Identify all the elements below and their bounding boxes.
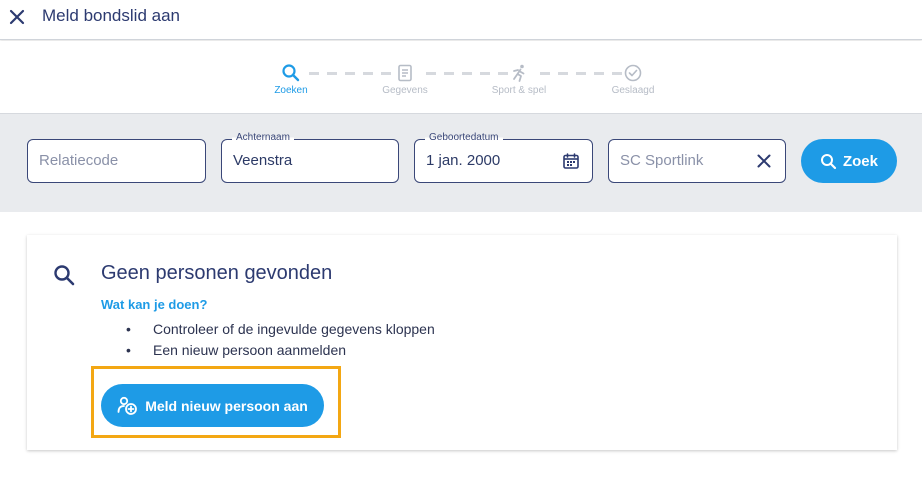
- check-circle-icon: [624, 64, 642, 82]
- add-person-icon: [117, 396, 138, 415]
- page-title: Meld bondslid aan: [42, 6, 180, 25]
- dialog-header: Meld bondslid aan: [0, 0, 922, 40]
- search-button-label: Zoek: [842, 152, 878, 170]
- step-label: Gegevens: [382, 85, 428, 96]
- step-sport-spel: Sport & spel: [479, 63, 559, 96]
- progress-stepper: Zoeken Gegevens Sport & spel Geslaagd: [0, 41, 922, 113]
- step-dash: [444, 72, 454, 75]
- result-card: Geen personen gevonden Wat kan je doen? …: [27, 235, 897, 450]
- step-dash: [327, 72, 337, 75]
- result-subtitle: Wat kan je doen?: [101, 297, 208, 312]
- list-item: Controleer of de ingevulde gegevens klop…: [126, 321, 435, 342]
- calendar-icon[interactable]: [562, 152, 580, 170]
- achternaam-label: Achternaam: [232, 132, 294, 143]
- step-dash: [309, 72, 319, 75]
- step-dash: [426, 72, 436, 75]
- result-title: Geen personen gevonden: [101, 262, 333, 284]
- list-item: Een nieuw persoon aanmelden: [126, 342, 435, 363]
- geboortedatum-field[interactable]: Geboortedatum 1 jan. 2000: [414, 132, 593, 183]
- achternaam-value: Veenstra: [233, 152, 293, 169]
- step-gegevens: Gegevens: [365, 63, 445, 96]
- club-field[interactable]: SC Sportlink: [608, 139, 786, 183]
- step-label: Geslaagd: [611, 85, 655, 96]
- step-geslaagd: Geslaagd: [593, 63, 673, 96]
- club-placeholder: SC Sportlink: [620, 152, 704, 169]
- close-icon[interactable]: [7, 7, 27, 27]
- add-person-button[interactable]: Meld nieuw persoon aan: [101, 384, 324, 427]
- step-label: Sport & spel: [491, 85, 547, 96]
- clear-icon[interactable]: [755, 152, 773, 170]
- clipboard-icon: [398, 64, 412, 82]
- step-dash: [576, 72, 586, 75]
- step-dash: [462, 72, 472, 75]
- search-icon: [820, 153, 837, 169]
- suggestion-list: Controleer of de ingevulde gegevens klop…: [126, 321, 435, 363]
- search-form: Relatiecode Achternaam Veenstra Geboorte…: [0, 113, 922, 212]
- search-button[interactable]: Zoek: [801, 139, 897, 183]
- step-dash: [345, 72, 355, 75]
- geboortedatum-value: 1 jan. 2000: [426, 152, 501, 169]
- geboortedatum-label: Geboortedatum: [425, 132, 503, 143]
- search-icon: [52, 263, 76, 292]
- relatiecode-field[interactable]: Relatiecode: [27, 139, 206, 183]
- step-label: Zoeken: [274, 85, 308, 96]
- step-dash: [540, 72, 550, 75]
- add-person-label: Meld nieuw persoon aan: [145, 397, 308, 414]
- step-zoeken: Zoeken: [251, 63, 331, 96]
- achternaam-field[interactable]: Achternaam Veenstra: [221, 132, 399, 183]
- search-icon: [282, 64, 300, 82]
- step-dash: [558, 72, 568, 75]
- runner-icon: [513, 64, 525, 82]
- relatiecode-placeholder: Relatiecode: [39, 152, 119, 169]
